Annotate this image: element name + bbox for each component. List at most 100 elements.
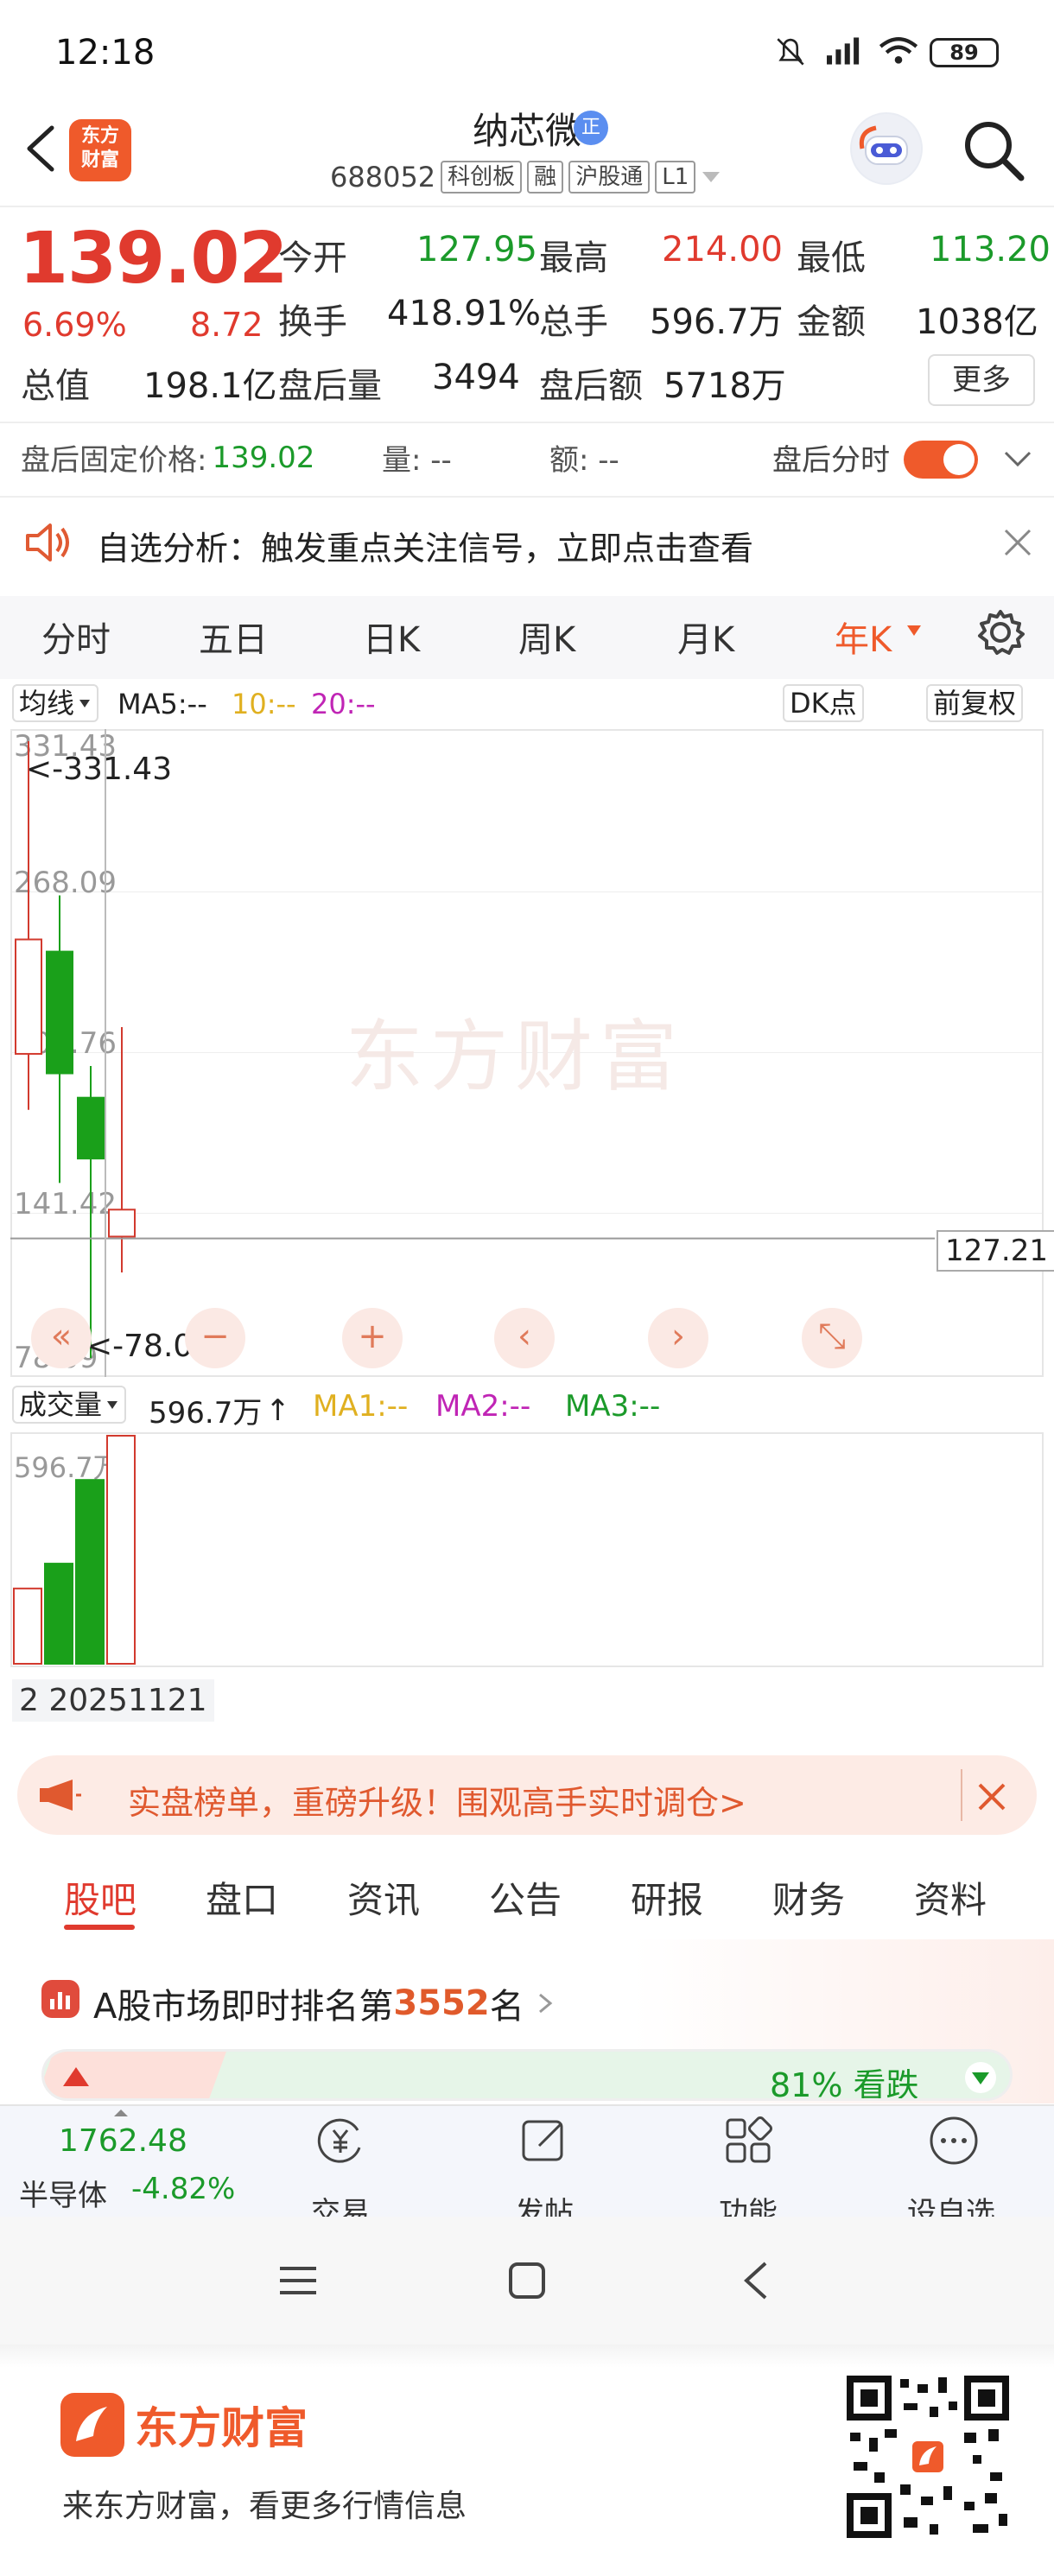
tab-daily-k[interactable]: 日K: [363, 612, 420, 662]
marketcap-value: 198.1亿: [143, 366, 277, 406]
volume-label: 总手: [539, 302, 608, 342]
tag-margin: 融: [527, 161, 564, 194]
move-left-button[interactable]: ‹: [494, 1308, 555, 1368]
battery-icon: 89: [930, 38, 999, 67]
ma-type-dropdown-icon: [79, 700, 91, 707]
function-grid-icon[interactable]: [721, 2113, 776, 2168]
banner-divider: [961, 1769, 962, 1821]
ma10-label: 10:--: [232, 688, 296, 720]
close-icon[interactable]: [1002, 527, 1033, 558]
kline-plot: [10, 729, 935, 1377]
search-icon[interactable]: [961, 117, 1026, 183]
zoom-in-button[interactable]: +: [342, 1308, 403, 1368]
amount-value: 1038亿: [916, 302, 1038, 342]
amount-label: 金额: [797, 302, 866, 342]
bullish-arrow-icon: [63, 2067, 89, 2086]
after-vol-value: 3494: [432, 358, 520, 397]
change-amount: 8.72: [190, 306, 264, 344]
volume-type-label: 成交量: [19, 1388, 103, 1421]
stock-code-line[interactable]: 688052 科创板 融 沪股通 L1: [330, 161, 721, 194]
ma5-label: MA5:--: [117, 688, 207, 720]
active-tab-indicator: [64, 1925, 135, 1930]
qr-code: [843, 2372, 1013, 2541]
current-price: 139.02: [19, 218, 288, 300]
after-timeshare-toggle[interactable]: [904, 441, 978, 479]
index-name[interactable]: 半导体: [19, 2172, 107, 2214]
volume-value-line: 596.7万 ↑: [149, 1389, 290, 1431]
fullscreen-button[interactable]: ⤡: [802, 1308, 862, 1368]
banner-close-icon[interactable]: [975, 1780, 1009, 1814]
tab-yearly-k[interactable]: 年K: [835, 612, 892, 662]
tab-research[interactable]: 研报: [631, 1871, 703, 1924]
stock-code: 688052: [330, 161, 436, 194]
tab-orderbook[interactable]: 盘口: [206, 1871, 278, 1924]
fixed-price-label: 盘后固定价格:: [21, 443, 207, 478]
mute-bell-icon: [777, 38, 804, 66]
open-value: 127.95: [416, 230, 537, 270]
footer-logo: 东方财富: [60, 2393, 308, 2457]
index-value[interactable]: 1762.48: [59, 2123, 187, 2159]
zoom-out-button[interactable]: −: [185, 1308, 245, 1368]
after-amt-value: 5718万: [664, 366, 786, 406]
tab-dropdown-icon[interactable]: [905, 624, 923, 638]
footer-logo-mark: [60, 2393, 124, 2457]
rank-chart-icon: [41, 1980, 79, 2018]
candlestick: [108, 1026, 136, 1273]
megaphone-icon: [40, 1780, 81, 1811]
after-amt: 额: --: [549, 443, 619, 478]
tab-weekly-k[interactable]: 周K: [518, 612, 575, 662]
banner-text[interactable]: 实盘榜单，重磅升级！围观高手实时调仓>: [128, 1776, 746, 1824]
post-edit-icon[interactable]: [517, 2113, 572, 2168]
after-amt-label: 盘后额: [539, 366, 643, 406]
menu-icon[interactable]: [278, 2263, 318, 2298]
move-right-button[interactable]: ›: [648, 1308, 708, 1368]
volume-value: 596.7万: [650, 302, 784, 342]
tab-five-day[interactable]: 五日: [199, 612, 268, 662]
date-label: 2 20251121: [12, 1679, 214, 1722]
rank-suffix: 名: [489, 1987, 524, 2027]
add-watchlist-icon[interactable]: [926, 2113, 981, 2168]
speaker-icon: [26, 523, 69, 562]
ma20-label: 20:--: [311, 688, 376, 720]
adjust-button[interactable]: 前复权: [926, 684, 1024, 722]
home-icon[interactable]: [508, 2262, 546, 2300]
scroll-left-double-button[interactable]: «: [31, 1308, 92, 1368]
volume-type-select[interactable]: 成交量: [12, 1386, 127, 1424]
status-time: 12:18: [55, 33, 156, 73]
settings-gear-icon[interactable]: [975, 606, 1026, 658]
rank-text[interactable]: A股市场即时排名第 3552 名: [93, 1978, 557, 2028]
footer-logo-mark-icon: [76, 2407, 107, 2441]
signal-icon: [827, 37, 860, 65]
tab-monthly-k[interactable]: 月K: [677, 612, 734, 662]
after-timeshare-label: 盘后分时: [772, 443, 890, 478]
high-label: 最高: [539, 238, 608, 278]
tab-profile[interactable]: 资料: [914, 1871, 987, 1924]
tag-connect: 沪股通: [568, 161, 651, 194]
tab-news[interactable]: 资讯: [347, 1871, 420, 1924]
trade-yen-icon[interactable]: [313, 2113, 368, 2168]
tab-announcements[interactable]: 公告: [489, 1871, 562, 1924]
low-label: 最低: [797, 238, 866, 278]
robot-assistant-icon[interactable]: [850, 112, 923, 185]
volume-bar: [75, 1479, 105, 1665]
tab-timeshare[interactable]: 分时: [41, 612, 111, 662]
alert-text[interactable]: 自选分析：触发重点关注信号，立即点击查看: [97, 522, 753, 569]
index-pct[interactable]: -4.82%: [131, 2172, 235, 2206]
sentiment-bar[interactable]: 81% 看跌: [41, 2049, 1013, 2101]
marketcap-label: 总值: [21, 366, 90, 406]
vol-ma2: MA2:--: [435, 1389, 531, 1424]
dk-point-button[interactable]: DK点: [783, 684, 864, 722]
low-value: 113.20: [930, 230, 1051, 270]
vol-ma3: MA3:--: [565, 1389, 661, 1424]
tab-forum[interactable]: 股吧: [64, 1871, 137, 1924]
candlestick: [77, 1066, 105, 1358]
after-divider: [0, 496, 1054, 498]
more-button[interactable]: 更多: [928, 354, 1035, 406]
tab-finance[interactable]: 财务: [772, 1871, 845, 1924]
dropdown-triangle-icon[interactable]: [701, 168, 721, 186]
nav-back-icon[interactable]: [741, 2260, 771, 2301]
ma-type-select[interactable]: 均线: [12, 684, 99, 722]
volume-total: 596.7万: [149, 1396, 263, 1431]
high-value: 214.00: [662, 230, 783, 270]
chevron-down-icon[interactable]: [1002, 446, 1033, 472]
